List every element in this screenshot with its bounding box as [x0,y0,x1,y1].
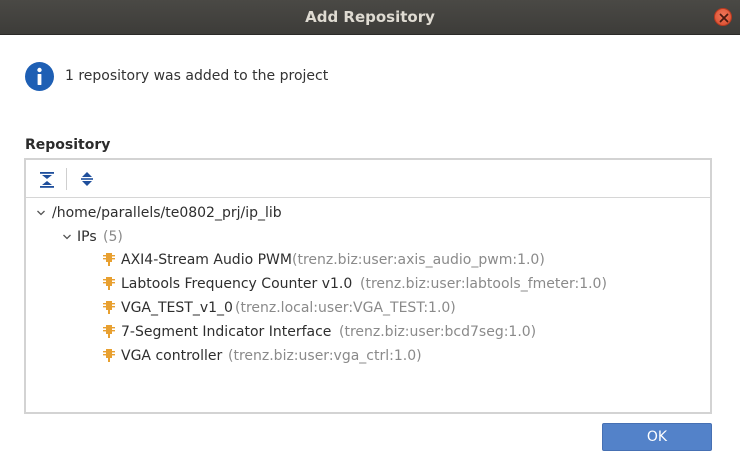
close-icon [719,13,729,23]
repository-section-label: Repository [25,137,111,153]
repository-path: /home/parallels/te0802_prj/ip_lib [52,205,282,221]
collapse-all-button[interactable] [38,170,56,188]
ip-core-icon [103,325,115,338]
ok-button[interactable]: OK [602,423,712,451]
expand-all-icon [81,172,93,186]
ip-vlnv: (trenz.local:user:VGA_TEST:1.0) [235,300,456,316]
ip-name: Labtools Frequency Counter v1.0 [121,276,353,292]
ip-vlnv: (trenz.biz:user:vga_ctrl:1.0) [228,348,422,364]
ip-vlnv: (trenz.biz:user:axis_audio_pwm:1.0) [292,252,545,268]
ip-core-icon [103,253,115,266]
ip-core-icon [103,349,115,362]
collapse-all-icon [40,172,54,188]
ip-core-icon [103,301,115,314]
info-icon [25,62,54,91]
ip-name: VGA controller [121,348,223,364]
ip-vlnv: (trenz.biz:user:labtools_fmeter:1.0) [360,276,607,292]
repository-panel: /home/parallels/te0802_prj/ip_lib IPs (5… [24,158,712,414]
ip-name: AXI4-Stream Audio PWM [121,252,292,268]
toolbar-separator [66,168,67,190]
close-button[interactable] [714,8,732,26]
status-message: 1 repository was added to the project [65,68,329,84]
ips-count: (5) [103,229,123,245]
expand-all-button[interactable] [78,170,96,188]
chevron-down-icon[interactable] [62,232,72,242]
chevron-down-icon[interactable] [36,208,46,218]
ips-label: IPs [77,229,97,245]
ip-name: 7-Segment Indicator Interface [121,324,332,340]
ip-core-icon [103,277,115,290]
window-title: Add Repository [305,8,435,26]
title-bar: Add Repository [0,0,740,35]
ip-name: VGA_TEST_v1_0 [121,300,233,316]
ip-vlnv: (trenz.biz:user:bcd7seg:1.0) [339,324,537,340]
repository-toolbar [26,160,710,198]
